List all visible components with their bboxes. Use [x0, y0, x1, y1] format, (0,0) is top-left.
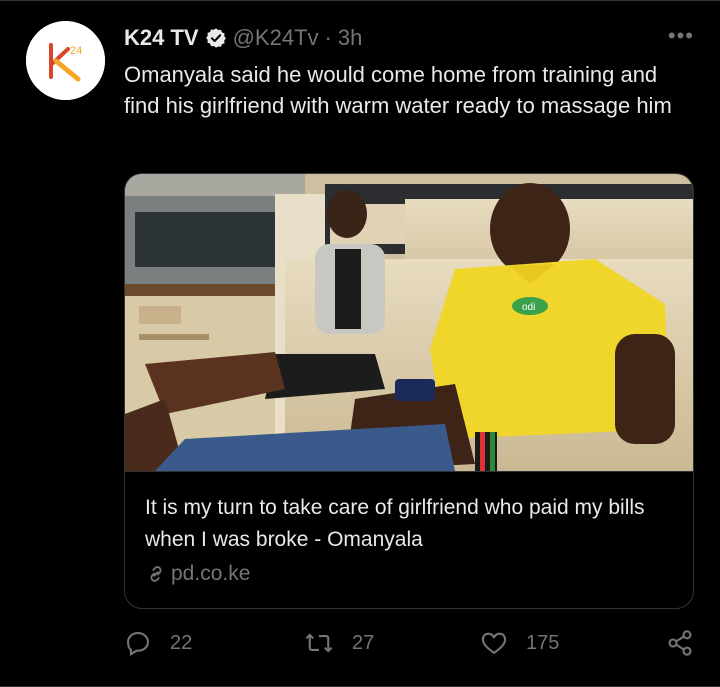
- tweet-text: Omanyala said he would come home from tr…: [124, 62, 672, 118]
- card-title[interactable]: It is my turn to take care of girlfriend…: [145, 492, 675, 556]
- heart-icon: [481, 632, 507, 655]
- share-icon: [668, 630, 692, 656]
- author-handle[interactable]: @K24Tv: [233, 25, 319, 51]
- k24-logo-icon: 24: [26, 21, 105, 100]
- tweet[interactable]: 24 K24 TV @K24Tv · 3h ••• Omanyala said …: [0, 0, 720, 687]
- author-name[interactable]: K24 TV: [124, 25, 199, 51]
- link-card[interactable]: odi It is my turn to take care of girlfr…: [124, 173, 694, 609]
- logo-text: 24: [70, 45, 82, 57]
- like-button[interactable]: 175: [480, 629, 559, 657]
- retweet-icon: [305, 633, 333, 653]
- tweet-header: K24 TV @K24Tv · 3h: [124, 23, 362, 53]
- reply-icon: [127, 632, 149, 656]
- share-button[interactable]: [666, 629, 712, 657]
- verified-badge-icon: [205, 27, 227, 49]
- like-count: 175: [526, 631, 560, 654]
- shirt-logo-text: odi: [522, 302, 535, 313]
- card-domain[interactable]: pd.co.ke: [145, 562, 250, 586]
- avatar[interactable]: 24: [26, 21, 105, 100]
- reply-button[interactable]: 22: [124, 629, 192, 657]
- card-image: odi: [125, 174, 693, 472]
- card-domain-text: pd.co.ke: [171, 562, 251, 585]
- action-bar: 22 27 175: [124, 629, 694, 663]
- separator-dot: ·: [324, 25, 332, 50]
- reply-count: 22: [170, 631, 193, 654]
- retweet-count: 27: [352, 631, 375, 654]
- link-icon: [150, 566, 162, 582]
- tweet-time[interactable]: 3h: [338, 25, 362, 51]
- more-options-icon[interactable]: •••: [668, 23, 694, 49]
- retweet-button[interactable]: 27: [304, 629, 374, 657]
